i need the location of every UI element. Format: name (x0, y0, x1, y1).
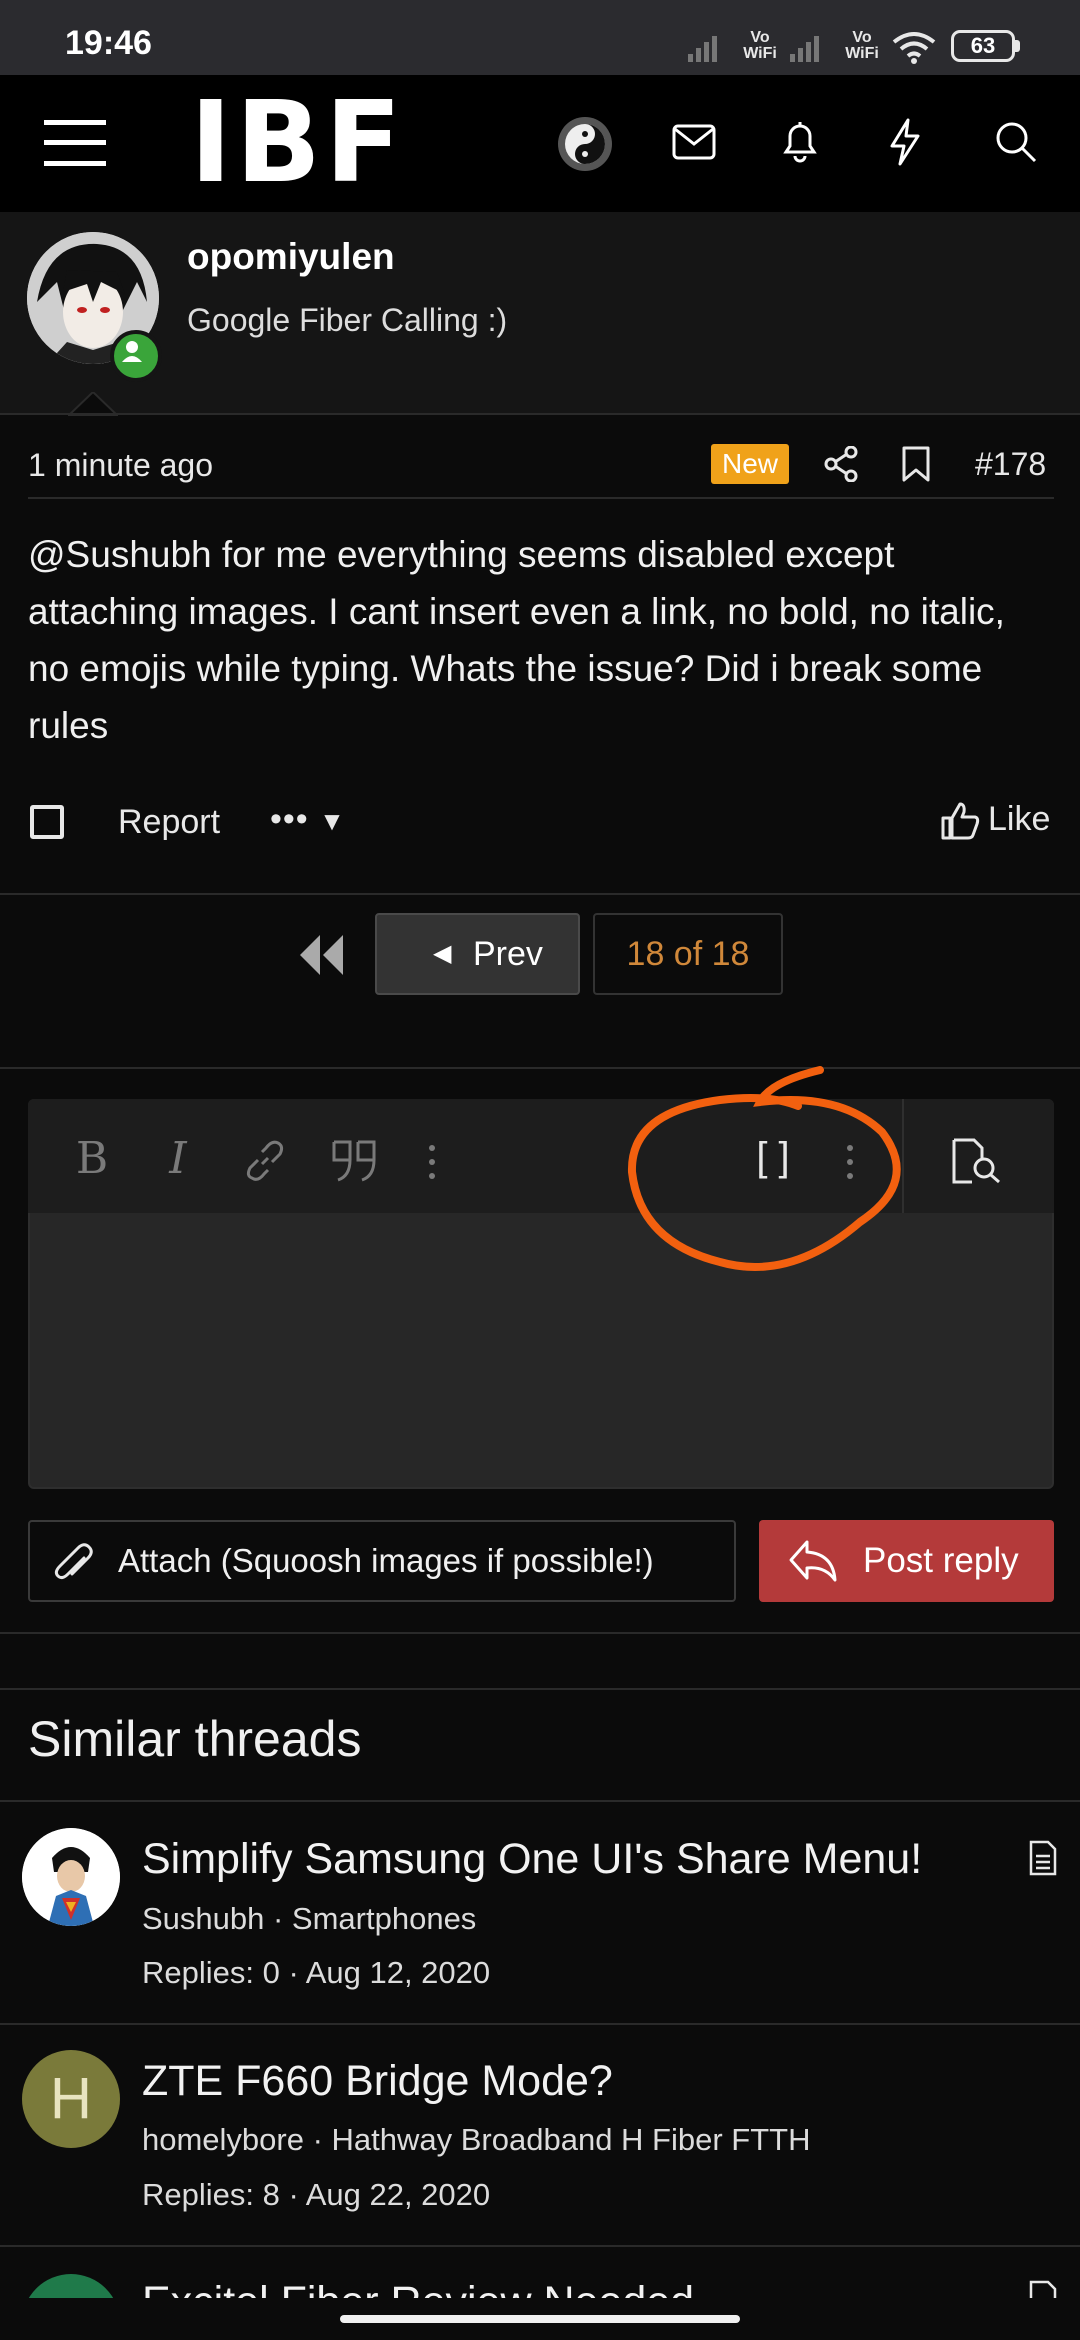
post-timestamp[interactable]: 1 minute ago (28, 447, 213, 484)
post-number[interactable]: #178 (975, 446, 1046, 483)
caret-down-icon: ▼ (319, 806, 346, 836)
more-dots: ••• (270, 800, 309, 838)
bolt-icon[interactable] (888, 118, 922, 166)
site-logo[interactable]: IBF (190, 78, 406, 208)
first-page-icon[interactable] (295, 925, 349, 985)
yin-yang-icon[interactable] (557, 116, 613, 172)
thread-meta[interactable]: Sushubh · Smartphones (142, 1901, 476, 1937)
battery-indicator: 63 (951, 30, 1015, 62)
wifi-icon (892, 32, 936, 64)
post-body: @Sushubh for me everything seems disable… (28, 534, 1005, 746)
mail-icon[interactable] (672, 124, 716, 160)
caret-left-icon: ◀ (433, 940, 452, 967)
select-checkbox[interactable] (30, 805, 64, 839)
author-title: Google Fiber Calling :) (187, 302, 508, 338)
current-page-indicator[interactable]: 18 of 18 (593, 913, 783, 995)
attach-button[interactable]: Attach (Squoosh images if possible!) (28, 1520, 736, 1602)
share-icon[interactable] (823, 446, 859, 482)
thread-avatar[interactable]: H (22, 2050, 120, 2148)
divider (0, 1632, 1080, 1634)
more-vertical-icon[interactable] (426, 1144, 438, 1180)
thread-title[interactable]: Excitel Fiber Review Needed (142, 2278, 694, 2298)
menu-icon[interactable] (44, 118, 106, 168)
document-icon (1029, 1840, 1057, 1876)
document-icon (1029, 2280, 1057, 2298)
post-author-block (0, 212, 1080, 415)
divider (0, 893, 1080, 895)
divider (0, 2023, 1080, 2025)
like-button[interactable]: Like (988, 800, 1050, 839)
status-time: 19:46 (65, 24, 152, 62)
author-name[interactable]: opomiyulen (187, 236, 395, 278)
similar-threads-heading: Similar threads (28, 1711, 362, 1767)
bookmark-icon[interactable] (901, 446, 931, 482)
divider (0, 2245, 1080, 2247)
thread-title[interactable]: Simplify Samsung One UI's Share Menu! (142, 1835, 922, 1884)
new-badge: New (711, 444, 789, 484)
home-indicator[interactable] (340, 2315, 740, 2323)
vowifi-label-1: Vo WiFi (743, 29, 777, 62)
post-reply-button[interactable]: Post reply (759, 1520, 1054, 1602)
thread-avatar[interactable] (22, 1828, 120, 1926)
online-status-icon (110, 330, 162, 382)
bold-icon[interactable]: B (68, 1135, 116, 1183)
divider (0, 413, 1080, 415)
search-icon[interactable] (994, 120, 1038, 164)
prev-page-button[interactable]: ◀ Prev (375, 913, 580, 995)
thread-stats: Replies: 8 · Aug 22, 2020 (142, 2177, 491, 2212)
divider (28, 497, 1054, 499)
avatar-letter: H (50, 2066, 92, 2131)
vowifi-label-2: Vo WiFi (845, 29, 879, 62)
attach-label: Attach (Squoosh images if possible!) (118, 1542, 654, 1579)
divider (0, 1067, 1080, 1069)
italic-icon[interactable]: I (154, 1135, 202, 1183)
quote-icon[interactable] (330, 1138, 378, 1184)
thread-avatar[interactable] (22, 2274, 120, 2298)
preview-icon[interactable] (950, 1138, 1002, 1184)
thread-title[interactable]: ZTE F660 Bridge Mode? (142, 2057, 613, 2106)
battery-tip (1015, 40, 1020, 52)
more-actions-button[interactable]: ••• ▼ (270, 800, 346, 839)
paperclip-icon (54, 1543, 93, 1580)
thumbs-up-icon[interactable] (940, 800, 980, 840)
report-link[interactable]: Report (118, 803, 220, 842)
prev-label: Prev (473, 935, 543, 973)
signal-icon (688, 36, 717, 62)
divider (0, 1688, 1080, 1690)
link-icon[interactable] (242, 1138, 288, 1184)
annotation-circle (627, 1066, 901, 1271)
post-reply-label: Post reply (863, 1541, 1019, 1580)
thread-row-partial: Excitel Fiber Review Needed (0, 2268, 1080, 2298)
reply-icon (789, 1540, 837, 1582)
divider (0, 1800, 1080, 1802)
bell-icon[interactable] (780, 118, 820, 164)
signal-icon-2 (790, 36, 819, 62)
thread-meta[interactable]: homelybore · Hathway Broadband H Fiber F… (142, 2122, 810, 2158)
thread-stats: Replies: 0 · Aug 12, 2020 (142, 1955, 491, 1990)
